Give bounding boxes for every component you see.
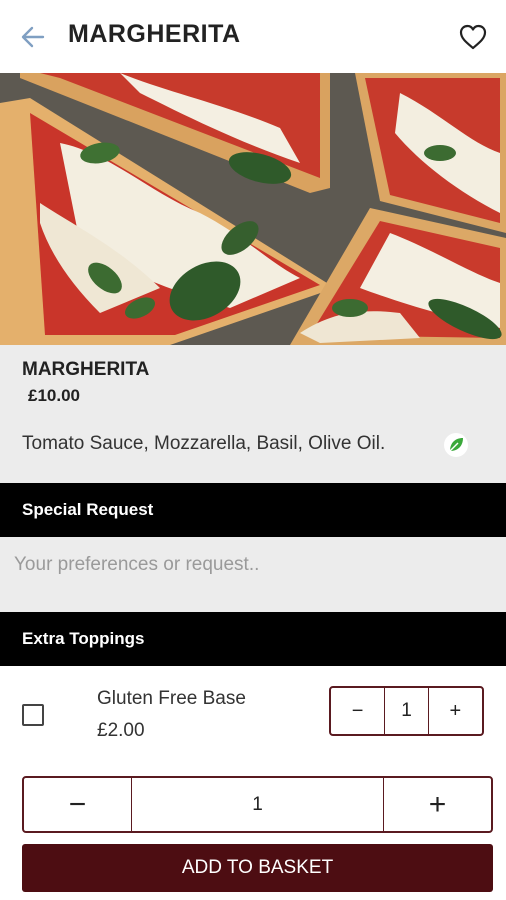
arrow-left-icon — [21, 26, 45, 48]
topping-decrease-button[interactable]: − — [331, 688, 384, 734]
special-request-header: Special Request — [0, 483, 506, 537]
special-request-area — [0, 537, 506, 612]
product-info: MARGHERITA £10.00 Tomato Sauce, Mozzarel… — [0, 345, 506, 483]
page-title: MARGHERITA — [68, 20, 241, 48]
heart-outline-icon — [459, 24, 487, 50]
favorite-button[interactable] — [458, 23, 488, 51]
topping-increase-button[interactable]: + — [429, 688, 482, 734]
topping-name: Gluten Free Base — [97, 688, 246, 709]
special-request-input[interactable] — [0, 537, 506, 593]
quantity-value: 1 — [131, 778, 384, 831]
topping-quantity-stepper: − 1 + — [329, 686, 484, 736]
quantity-stepper: − 1 + — [22, 776, 493, 833]
topping-quantity-value: 1 — [384, 688, 429, 734]
product-description: Tomato Sauce, Mozzarella, Basil, Olive O… — [22, 433, 386, 454]
increase-quantity-button[interactable]: + — [384, 778, 491, 831]
product-image — [0, 73, 506, 345]
product-price: £10.00 — [28, 386, 80, 405]
add-to-basket-button[interactable]: ADD TO BASKET — [22, 844, 493, 892]
topping-checkbox[interactable] — [22, 704, 44, 726]
leaf-icon — [443, 432, 469, 458]
product-name: MARGHERITA — [22, 359, 150, 380]
special-request-heading: Special Request — [22, 500, 154, 519]
decrease-quantity-button[interactable]: − — [24, 778, 131, 831]
back-button[interactable] — [18, 22, 48, 52]
app-header: MARGHERITA — [0, 0, 506, 73]
extra-toppings-header: Extra Toppings — [0, 612, 506, 666]
extra-toppings-heading: Extra Toppings — [22, 629, 145, 648]
topping-price: £2.00 — [97, 720, 145, 741]
